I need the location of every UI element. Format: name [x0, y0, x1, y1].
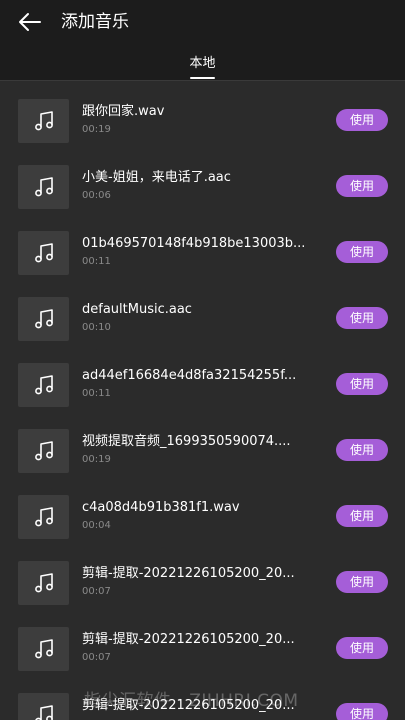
- music-note-icon: [35, 507, 53, 527]
- music-duration: 00:06: [82, 190, 111, 201]
- page-title: 添加音乐: [61, 12, 129, 32]
- music-list: 跟你回家.wav 00:19 使用 小美-姐姐，来电话了.aac 00:06 使…: [0, 88, 405, 720]
- music-thumbnail: [18, 363, 69, 407]
- use-button[interactable]: 使用: [336, 637, 388, 659]
- music-thumbnail: [18, 627, 69, 671]
- use-button[interactable]: 使用: [336, 175, 388, 197]
- list-item[interactable]: defaultMusic.aac 00:10 使用: [0, 286, 405, 352]
- music-thumbnail: [18, 495, 69, 539]
- music-thumbnail: [18, 561, 69, 605]
- music-note-icon: [35, 177, 53, 197]
- music-name: ad44ef16684e4d8fa32154255f...: [82, 368, 297, 383]
- use-button[interactable]: 使用: [336, 241, 388, 263]
- music-note-icon: [35, 639, 53, 659]
- use-button[interactable]: 使用: [336, 109, 388, 131]
- use-button[interactable]: 使用: [336, 439, 388, 461]
- music-note-icon: [35, 309, 53, 329]
- music-note-icon: [35, 243, 53, 263]
- use-button[interactable]: 使用: [336, 505, 388, 527]
- tab-local[interactable]: 本地: [0, 54, 405, 74]
- music-note-icon: [35, 375, 53, 395]
- list-item[interactable]: 剪辑-提取-20221226105200_20... 00:07 使用: [0, 550, 405, 616]
- header-bar: 添加音乐: [0, 0, 405, 44]
- use-button[interactable]: 使用: [336, 373, 388, 395]
- music-thumbnail: [18, 429, 69, 473]
- music-thumbnail: [18, 165, 69, 209]
- list-item[interactable]: 视频提取音频_1699350590074.... 00:19 使用: [0, 418, 405, 484]
- tab-bar: 本地: [0, 44, 405, 80]
- music-duration: 00:19: [82, 454, 111, 465]
- music-note-icon: [35, 441, 53, 461]
- music-name: defaultMusic.aac: [82, 302, 192, 317]
- use-button[interactable]: 使用: [336, 703, 388, 720]
- tab-indicator: [190, 77, 215, 79]
- list-item[interactable]: ad44ef16684e4d8fa32154255f... 00:11 使用: [0, 352, 405, 418]
- music-duration: 00:07: [82, 652, 111, 663]
- music-name: 小美-姐姐，来电话了.aac: [82, 170, 231, 185]
- arrow-left-icon: [19, 13, 41, 31]
- music-thumbnail: [18, 297, 69, 341]
- music-note-icon: [35, 573, 53, 593]
- use-button[interactable]: 使用: [336, 571, 388, 593]
- music-thumbnail: [18, 693, 69, 720]
- music-name: 01b469570148f4b918be13003b...: [82, 236, 306, 251]
- music-name: 剪辑-提取-20221226105200_20...: [82, 698, 295, 713]
- list-item[interactable]: 小美-姐姐，来电话了.aac 00:06 使用: [0, 154, 405, 220]
- music-duration: 00:11: [82, 256, 111, 267]
- list-item[interactable]: 01b469570148f4b918be13003b... 00:11 使用: [0, 220, 405, 286]
- divider: [0, 80, 405, 81]
- music-duration: 00:19: [82, 124, 111, 135]
- use-button[interactable]: 使用: [336, 307, 388, 329]
- music-thumbnail: [18, 231, 69, 275]
- music-name: 剪辑-提取-20221226105200_20...: [82, 632, 295, 647]
- music-note-icon: [35, 111, 53, 131]
- list-item[interactable]: 剪辑-提取-20221226105200_20... 00:07 使用: [0, 616, 405, 682]
- music-duration: 00:11: [82, 388, 111, 399]
- music-name: c4a08d4b91b381f1.wav: [82, 500, 240, 515]
- list-item[interactable]: 剪辑-提取-20221226105200_20... 使用: [0, 682, 405, 720]
- music-duration: 00:04: [82, 520, 111, 531]
- music-name: 跟你回家.wav: [82, 104, 165, 119]
- music-thumbnail: [18, 99, 69, 143]
- music-name: 视频提取音频_1699350590074....: [82, 434, 291, 449]
- list-item[interactable]: 跟你回家.wav 00:19 使用: [0, 88, 405, 154]
- music-duration: 00:07: [82, 586, 111, 597]
- music-name: 剪辑-提取-20221226105200_20...: [82, 566, 295, 581]
- back-button[interactable]: [16, 10, 44, 34]
- music-duration: 00:10: [82, 322, 111, 333]
- app-window: 添加音乐 本地 跟你回家.wav 00:19 使用 小美-姐姐，来电话了.aac…: [0, 0, 405, 720]
- music-note-icon: [35, 705, 53, 720]
- list-item[interactable]: c4a08d4b91b381f1.wav 00:04 使用: [0, 484, 405, 550]
